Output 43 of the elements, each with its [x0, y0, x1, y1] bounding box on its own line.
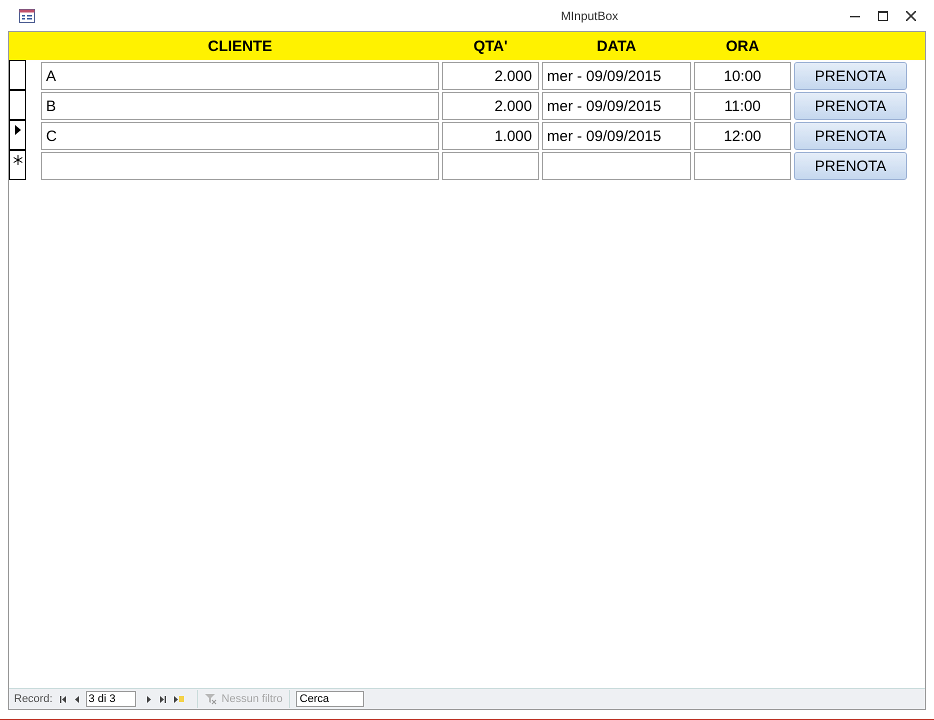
- search-field[interactable]: Cerca: [296, 691, 364, 707]
- time-field[interactable]: 10:00: [694, 62, 791, 90]
- new-record-icon[interactable]: [172, 694, 185, 704]
- record-selector[interactable]: [9, 150, 26, 180]
- previous-record-icon[interactable]: [74, 694, 80, 704]
- column-header: CLIENTE: [206, 38, 274, 54]
- last-record-icon[interactable]: [158, 694, 167, 704]
- date-field[interactable]: mer - 09/09/2015: [542, 62, 691, 90]
- date-field[interactable]: mer - 09/09/2015: [542, 92, 691, 120]
- record-selector[interactable]: [9, 120, 26, 150]
- prenota-button[interactable]: PRENOTA: [794, 92, 907, 120]
- filter-icon: [204, 693, 218, 705]
- maximize-icon: [878, 10, 888, 20]
- date-field[interactable]: mer - 09/09/2015: [542, 122, 691, 150]
- asterisk-icon: [12, 155, 22, 165]
- record-label: Record:: [14, 693, 53, 705]
- column-header: DATA: [596, 38, 638, 54]
- prenota-button[interactable]: PRENOTA: [794, 152, 907, 180]
- quantity-field[interactable]: 2.000: [442, 62, 539, 90]
- time-field[interactable]: 12:00: [694, 122, 791, 150]
- prenota-button[interactable]: PRENOTA: [794, 122, 907, 150]
- cliente-field[interactable]: C: [41, 122, 439, 150]
- quantity-field[interactable]: 1.000: [442, 122, 539, 150]
- window-title: MInputBox: [560, 8, 618, 22]
- close-icon: [906, 10, 916, 20]
- date-field[interactable]: [542, 152, 691, 180]
- quantity-field[interactable]: [442, 152, 539, 180]
- column-header: QTA': [472, 38, 509, 54]
- record-selector[interactable]: [9, 90, 26, 120]
- record-position-field[interactable]: 3 di 3: [86, 691, 136, 707]
- record-selector[interactable]: [9, 60, 26, 90]
- cliente-field[interactable]: A: [41, 62, 439, 90]
- column-header: ORA: [724, 38, 760, 54]
- cliente-field[interactable]: [41, 152, 439, 180]
- form-icon: [19, 8, 35, 22]
- first-record-icon[interactable]: [58, 694, 68, 704]
- cliente-field[interactable]: B: [41, 92, 439, 120]
- time-field[interactable]: [694, 152, 791, 180]
- time-field[interactable]: 11:00: [694, 92, 791, 120]
- next-record-icon[interactable]: [146, 694, 152, 704]
- current-record-icon: [14, 125, 20, 135]
- quantity-field[interactable]: 2.000: [442, 92, 539, 120]
- prenota-button[interactable]: PRENOTA: [794, 62, 907, 90]
